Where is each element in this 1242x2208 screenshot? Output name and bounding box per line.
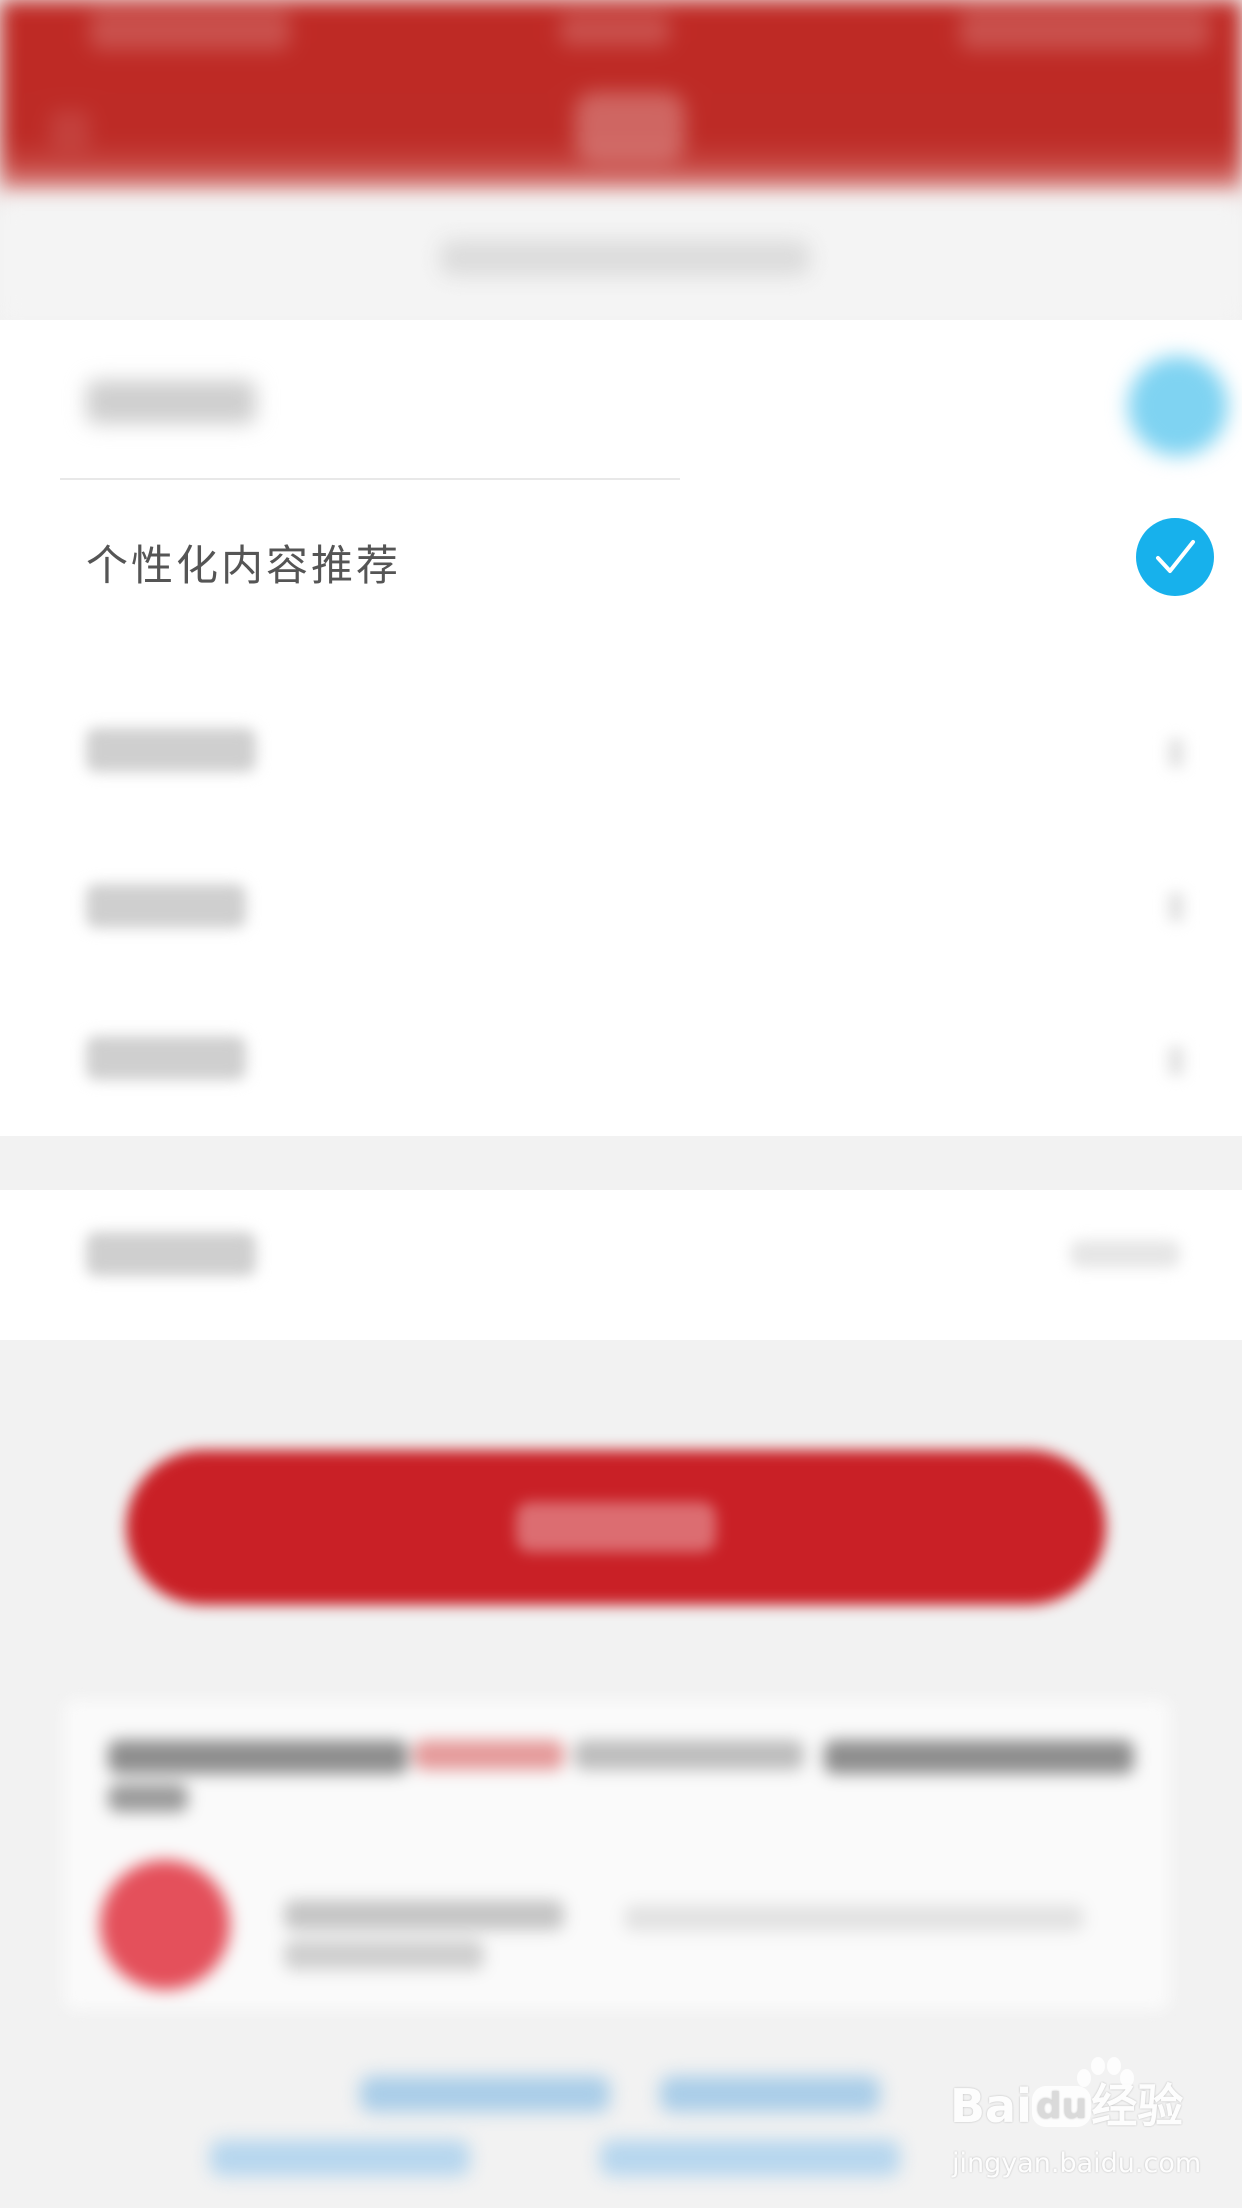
list-item[interactable] xyxy=(86,884,246,928)
toggle-check-icon[interactable] xyxy=(1128,356,1228,456)
info-card xyxy=(64,1700,1170,2010)
chevron-right-icon xyxy=(1168,1046,1184,1076)
avatar[interactable] xyxy=(100,1860,230,1990)
baidu-jingyan-watermark: Bai du经验 jingyan.baidu.com xyxy=(950,2057,1212,2190)
back-arrow-icon[interactable] xyxy=(50,110,90,150)
primary-action-button[interactable] xyxy=(126,1450,1106,1605)
info-text xyxy=(574,1740,804,1770)
info-text xyxy=(284,1900,564,1930)
checkmark-svg xyxy=(1156,540,1195,573)
section-caption xyxy=(440,240,810,276)
personalized-recommendation-label: 个性化内容推荐 xyxy=(86,541,402,590)
checkmark-icon[interactable] xyxy=(1136,518,1214,596)
info-text xyxy=(108,1784,188,1812)
settings-row-label xyxy=(86,380,256,424)
info-link[interactable] xyxy=(414,1740,564,1770)
status-bar-left xyxy=(90,10,290,50)
list-item[interactable] xyxy=(86,1036,246,1080)
chevron-right-icon xyxy=(1168,738,1184,768)
list-item[interactable] xyxy=(86,728,256,772)
page-title xyxy=(575,92,685,162)
paw-icon xyxy=(1077,2057,1134,2087)
status-bar-center xyxy=(560,14,670,46)
personalized-recommendation-row[interactable]: 个性化内容推荐 xyxy=(0,480,1242,636)
status-bar-right xyxy=(960,10,1210,50)
info-text xyxy=(624,1905,1084,1931)
footer-link[interactable] xyxy=(210,2140,470,2176)
primary-action-label xyxy=(516,1502,716,1552)
info-text xyxy=(284,1940,484,1970)
watermark-logo-bai: Bai xyxy=(950,2079,1032,2133)
list-item-value xyxy=(1070,1240,1180,1268)
chevron-right-icon xyxy=(1168,892,1184,922)
app-header xyxy=(0,0,1242,200)
watermark-url: jingyan.baidu.com xyxy=(952,2148,1202,2179)
footer-link[interactable] xyxy=(600,2140,900,2176)
list-item[interactable] xyxy=(86,1232,256,1276)
info-text xyxy=(108,1740,408,1774)
info-text xyxy=(824,1740,1134,1774)
footer-link[interactable] xyxy=(660,2076,880,2112)
watermark-logo: Bai du经验 xyxy=(950,2070,1183,2136)
watermark-logo-du: du xyxy=(1031,2086,1092,2127)
footer-link[interactable] xyxy=(360,2076,610,2112)
